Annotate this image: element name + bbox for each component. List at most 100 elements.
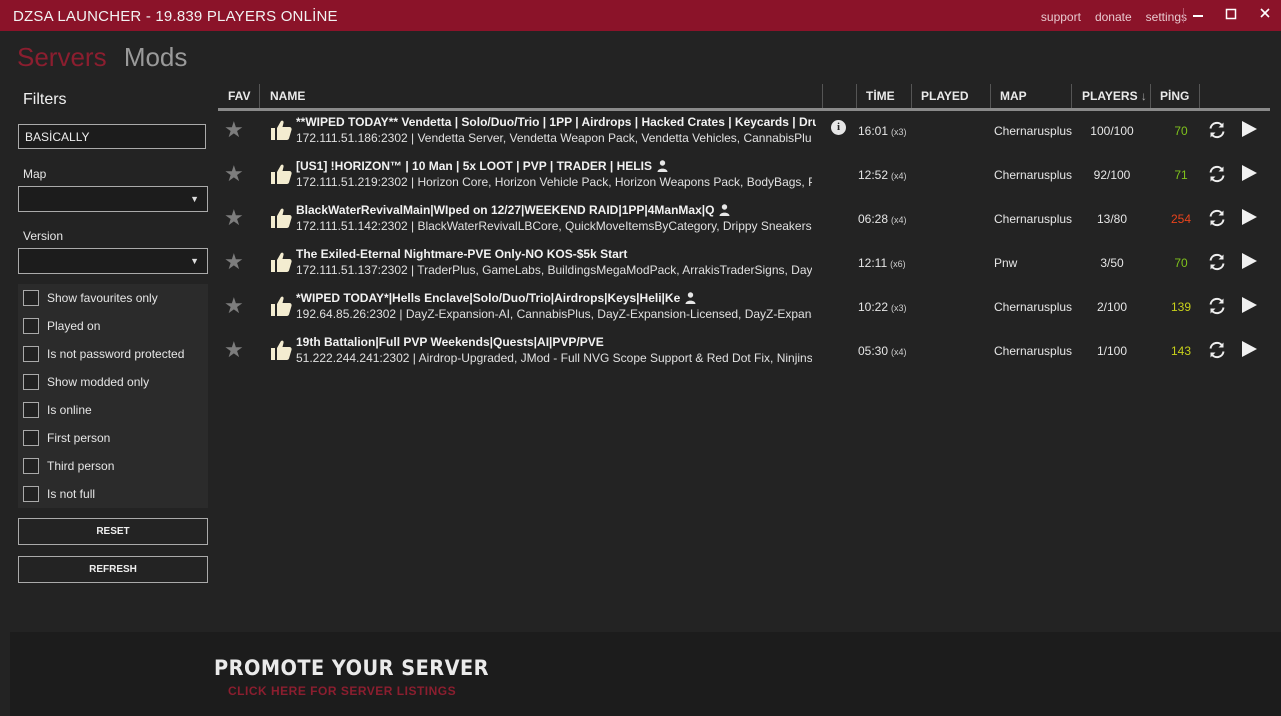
checkbox-modded-only[interactable]: Show modded only bbox=[23, 373, 149, 391]
thumbs-up-icon bbox=[271, 340, 292, 360]
header-ping[interactable]: PİNG bbox=[1160, 89, 1189, 103]
reset-button[interactable]: RESET bbox=[18, 518, 208, 545]
checkbox-box[interactable] bbox=[23, 346, 39, 362]
map-label: Map bbox=[23, 167, 47, 181]
server-name-text: BlackWaterRevivalMain|WIped on 12/27|WEE… bbox=[296, 203, 715, 217]
settings-link[interactable]: settings bbox=[1146, 10, 1187, 24]
promo-banner[interactable]: PROMOTE YOUR SERVER CLICK HERE FOR SERVE… bbox=[10, 632, 1281, 716]
donate-link[interactable]: donate bbox=[1095, 10, 1132, 24]
checkbox-label: Show modded only bbox=[47, 375, 150, 389]
play-icon[interactable] bbox=[1240, 296, 1258, 314]
checkbox-first-person[interactable]: First person bbox=[23, 429, 110, 447]
close-button[interactable] bbox=[1255, 6, 1275, 24]
server-map: Chernarusplus bbox=[994, 168, 1073, 182]
thumbs-up-icon bbox=[271, 208, 292, 228]
table-row[interactable]: ★ [US1] !HORIZON™ | 10 Man | 5x LOOT | P… bbox=[218, 154, 1270, 198]
checkbox-show-favourites[interactable]: Show favourites only bbox=[23, 289, 158, 307]
server-players: 13/80 bbox=[1096, 212, 1128, 226]
info-icon[interactable]: i bbox=[831, 120, 846, 135]
title-divider bbox=[1183, 8, 1184, 23]
play-icon[interactable] bbox=[1240, 340, 1258, 358]
refresh-icon[interactable] bbox=[1207, 120, 1227, 140]
minimize-button[interactable] bbox=[1188, 4, 1208, 22]
chevron-down-icon: ▼ bbox=[190, 194, 199, 204]
table-row[interactable]: ★ 19th Battalion|Full PVP Weekends|Quest… bbox=[218, 330, 1270, 374]
search-input[interactable] bbox=[18, 124, 206, 149]
server-time: 12:11 (x6) bbox=[858, 256, 906, 270]
person-icon bbox=[685, 292, 696, 304]
refresh-icon[interactable] bbox=[1207, 340, 1227, 360]
maximize-button[interactable] bbox=[1221, 6, 1241, 24]
play-icon[interactable] bbox=[1240, 164, 1258, 182]
checkbox-box[interactable] bbox=[23, 318, 39, 334]
header-links: support donate settings bbox=[1041, 10, 1187, 24]
refresh-icon[interactable] bbox=[1207, 164, 1227, 184]
checkbox-third-person[interactable]: Third person bbox=[23, 457, 114, 475]
table-row[interactable]: ★ *WIPED TODAY*|Hells Enclave|Solo/Duo/T… bbox=[218, 286, 1270, 330]
server-time: 05:30 (x4) bbox=[858, 344, 907, 358]
checkbox-box[interactable] bbox=[23, 430, 39, 446]
support-link[interactable]: support bbox=[1041, 10, 1081, 24]
favourite-star-icon[interactable]: ★ bbox=[224, 161, 244, 187]
table-row[interactable]: ★ The Exiled-Eternal Nightmare-PVE Only-… bbox=[218, 242, 1270, 286]
refresh-icon[interactable] bbox=[1207, 208, 1227, 228]
checkbox-not-full[interactable]: Is not full bbox=[23, 485, 95, 503]
filters-heading: Filters bbox=[23, 91, 67, 108]
favourite-star-icon[interactable]: ★ bbox=[224, 117, 244, 143]
favourite-star-icon[interactable]: ★ bbox=[224, 249, 244, 275]
checkbox-box[interactable] bbox=[23, 290, 39, 306]
column-divider bbox=[911, 84, 912, 108]
server-name-text: *WIPED TODAY*|Hells Enclave|Solo/Duo/Tri… bbox=[296, 291, 681, 305]
tab-mods[interactable]: Mods bbox=[124, 42, 188, 72]
header-fav[interactable]: FAV bbox=[228, 89, 250, 103]
server-map: Chernarusplus bbox=[994, 124, 1073, 138]
play-icon[interactable] bbox=[1240, 120, 1258, 138]
checkbox-played-on[interactable]: Played on bbox=[23, 317, 100, 335]
promo-link[interactable]: CLICK HERE FOR SERVER LISTINGS bbox=[228, 684, 456, 698]
tab-servers[interactable]: Servers bbox=[17, 42, 107, 72]
server-name-text: **WIPED TODAY** Vendetta | Solo/Duo/Trio… bbox=[296, 115, 816, 129]
server-time: 10:22 (x3) bbox=[858, 300, 907, 314]
checkbox-box[interactable] bbox=[23, 374, 39, 390]
checkbox-label: Is not password protected bbox=[47, 347, 185, 361]
table-row[interactable]: ★ BlackWaterRevivalMain|WIped on 12/27|W… bbox=[218, 198, 1270, 242]
column-divider bbox=[822, 84, 823, 108]
server-players: 1/100 bbox=[1096, 344, 1128, 358]
server-players: 92/100 bbox=[1093, 168, 1131, 182]
header-map[interactable]: MAP bbox=[1000, 89, 1027, 103]
header-played[interactable]: PLAYED bbox=[921, 89, 969, 103]
checkbox-box[interactable] bbox=[23, 486, 39, 502]
server-time: 12:52 (x4) bbox=[858, 168, 907, 182]
server-map: Chernarusplus bbox=[994, 212, 1073, 226]
time-value: 16:01 bbox=[858, 124, 889, 138]
server-players: 3/50 bbox=[1100, 256, 1124, 270]
header-time[interactable]: TİME bbox=[866, 89, 895, 103]
header-name[interactable]: NAME bbox=[270, 89, 305, 103]
time-multiplier: (x4) bbox=[891, 347, 907, 357]
server-name-text: [US1] !HORIZON™ | 10 Man | 5x LOOT | PVP… bbox=[296, 159, 652, 173]
server-ping: 143 bbox=[1170, 344, 1192, 358]
person-icon bbox=[657, 160, 668, 172]
favourite-star-icon[interactable]: ★ bbox=[224, 293, 244, 319]
map-select[interactable]: ▼ bbox=[18, 186, 208, 212]
favourite-star-icon[interactable]: ★ bbox=[224, 337, 244, 363]
server-address-mods: 172.111.51.137:2302 | TraderPlus, GameLa… bbox=[296, 263, 812, 277]
checkbox-not-password[interactable]: Is not password protected bbox=[23, 345, 184, 363]
table-row[interactable]: ★ **WIPED TODAY** Vendetta | Solo/Duo/Tr… bbox=[218, 110, 1270, 154]
header-players[interactable]: PLAYERS ↓ bbox=[1082, 89, 1147, 103]
refresh-icon[interactable] bbox=[1207, 296, 1227, 316]
favourite-star-icon[interactable]: ★ bbox=[224, 205, 244, 231]
server-players: 2/100 bbox=[1096, 300, 1128, 314]
checkbox-box[interactable] bbox=[23, 458, 39, 474]
refresh-icon[interactable] bbox=[1207, 252, 1227, 272]
checkbox-is-online[interactable]: Is online bbox=[23, 401, 92, 419]
version-select[interactable]: ▼ bbox=[18, 248, 208, 274]
server-ping: 139 bbox=[1170, 300, 1192, 314]
server-ping: 70 bbox=[1174, 256, 1188, 270]
server-name: [US1] !HORIZON™ | 10 Man | 5x LOOT | PVP… bbox=[296, 159, 816, 173]
refresh-button[interactable]: REFRESH bbox=[18, 556, 208, 583]
checkbox-box[interactable] bbox=[23, 402, 39, 418]
play-icon[interactable] bbox=[1240, 208, 1258, 226]
play-icon[interactable] bbox=[1240, 252, 1258, 270]
server-time: 06:28 (x4) bbox=[858, 212, 907, 226]
